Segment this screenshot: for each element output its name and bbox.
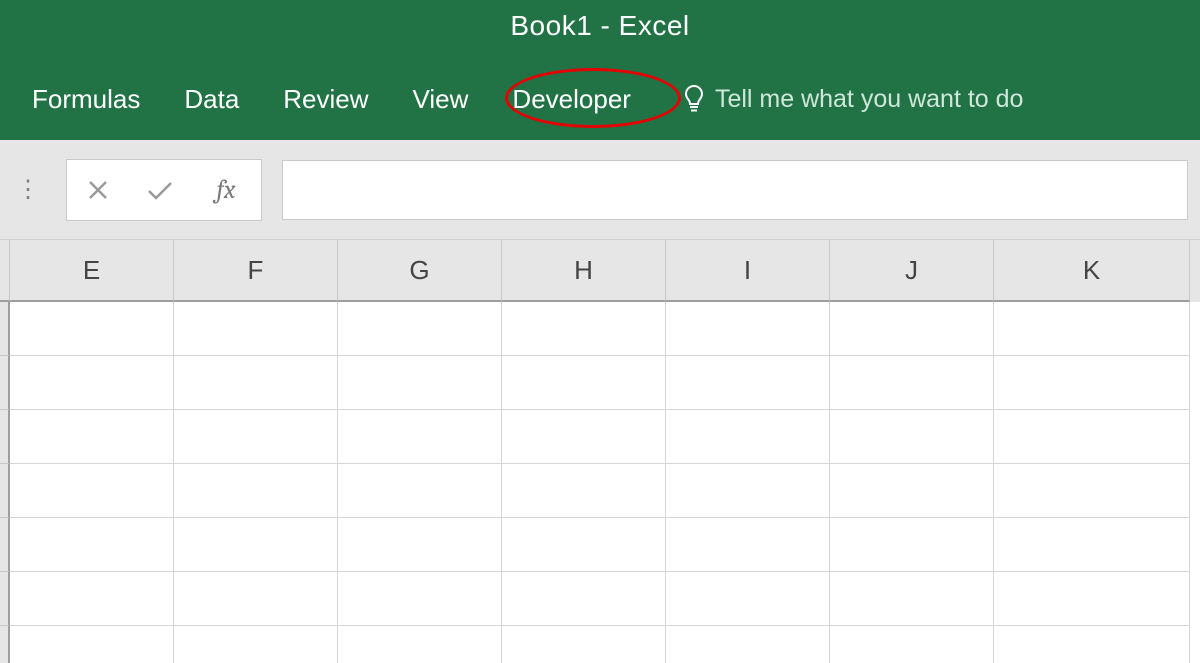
cell[interactable] [502, 356, 666, 410]
cell[interactable] [666, 518, 830, 572]
cancel-icon[interactable] [67, 179, 129, 201]
grid-row [0, 464, 1200, 518]
cell[interactable] [174, 356, 338, 410]
row-header[interactable] [0, 572, 10, 626]
column-header[interactable]: H [502, 240, 666, 302]
cell[interactable] [994, 464, 1190, 518]
cell[interactable] [174, 518, 338, 572]
column-header[interactable]: F [174, 240, 338, 302]
cell[interactable] [338, 356, 502, 410]
row-header[interactable] [0, 626, 10, 663]
formula-input[interactable] [282, 160, 1188, 220]
cell[interactable] [502, 464, 666, 518]
cell[interactable] [830, 464, 994, 518]
cell[interactable] [502, 410, 666, 464]
cell[interactable] [10, 410, 174, 464]
cell[interactable] [10, 302, 174, 356]
cell[interactable] [338, 302, 502, 356]
cell[interactable] [10, 572, 174, 626]
cell[interactable] [994, 410, 1190, 464]
row-header[interactable] [0, 410, 10, 464]
cell[interactable] [666, 626, 830, 663]
row-header[interactable] [0, 356, 10, 410]
cell[interactable] [338, 464, 502, 518]
lightbulb-icon [683, 84, 705, 114]
cell[interactable] [338, 572, 502, 626]
formula-bar-strip: ⋮ fx [0, 140, 1200, 240]
cell[interactable] [994, 356, 1190, 410]
cell[interactable] [830, 572, 994, 626]
cell[interactable] [994, 302, 1190, 356]
cell[interactable] [338, 410, 502, 464]
column-header[interactable]: J [830, 240, 994, 302]
tell-me-placeholder: Tell me what you want to do [715, 85, 1024, 114]
tell-me-search[interactable]: Tell me what you want to do [653, 84, 1024, 114]
column-header[interactable]: I [666, 240, 830, 302]
cell[interactable] [338, 626, 502, 663]
tab-view[interactable]: View [391, 80, 491, 118]
row-header[interactable] [0, 464, 10, 518]
tab-review[interactable]: Review [261, 80, 390, 118]
cell[interactable] [10, 356, 174, 410]
grid-row [0, 518, 1200, 572]
column-header[interactable]: K [994, 240, 1190, 302]
cell[interactable] [666, 356, 830, 410]
cell[interactable] [994, 518, 1190, 572]
column-header[interactable]: E [10, 240, 174, 302]
cell[interactable] [830, 518, 994, 572]
cell[interactable] [666, 572, 830, 626]
cell[interactable] [174, 302, 338, 356]
row-header[interactable] [0, 302, 10, 356]
column-header[interactable]: G [338, 240, 502, 302]
cell[interactable] [10, 464, 174, 518]
spreadsheet-grid: E F G H I J K [0, 240, 1200, 663]
cell[interactable] [502, 518, 666, 572]
window-title: Book1 - Excel [0, 10, 1200, 42]
tab-formulas[interactable]: Formulas [10, 80, 162, 118]
cell[interactable] [174, 410, 338, 464]
grid-row [0, 302, 1200, 356]
grid-row [0, 356, 1200, 410]
cell[interactable] [994, 572, 1190, 626]
tab-data[interactable]: Data [162, 80, 261, 118]
tab-developer[interactable]: Developer [490, 80, 653, 118]
cell[interactable] [10, 518, 174, 572]
cell[interactable] [174, 572, 338, 626]
title-ribbon-area: Book1 - Excel Formulas Data Review View … [0, 0, 1200, 140]
grid-row [0, 626, 1200, 663]
grid-row [0, 572, 1200, 626]
cell[interactable] [666, 302, 830, 356]
formula-bar-handle-icon[interactable]: ⋮ [12, 187, 46, 193]
cell[interactable] [174, 464, 338, 518]
cell[interactable] [830, 302, 994, 356]
row-header[interactable] [0, 518, 10, 572]
cell[interactable] [10, 626, 174, 663]
cell[interactable] [502, 302, 666, 356]
select-all-corner[interactable] [0, 240, 10, 302]
cell[interactable] [666, 410, 830, 464]
cell[interactable] [174, 626, 338, 663]
formula-bar-buttons: fx [66, 159, 262, 221]
cell[interactable] [830, 626, 994, 663]
grid-row [0, 410, 1200, 464]
cell[interactable] [666, 464, 830, 518]
insert-function-button[interactable]: fx [191, 175, 261, 205]
cell[interactable] [502, 626, 666, 663]
cell[interactable] [338, 518, 502, 572]
cell[interactable] [502, 572, 666, 626]
cell[interactable] [830, 410, 994, 464]
cell[interactable] [830, 356, 994, 410]
cell[interactable] [994, 626, 1190, 663]
grid-rows [0, 302, 1200, 663]
enter-icon[interactable] [129, 180, 191, 200]
column-headers: E F G H I J K [0, 240, 1200, 302]
ribbon-tabs: Formulas Data Review View Developer Tell… [10, 80, 1023, 118]
